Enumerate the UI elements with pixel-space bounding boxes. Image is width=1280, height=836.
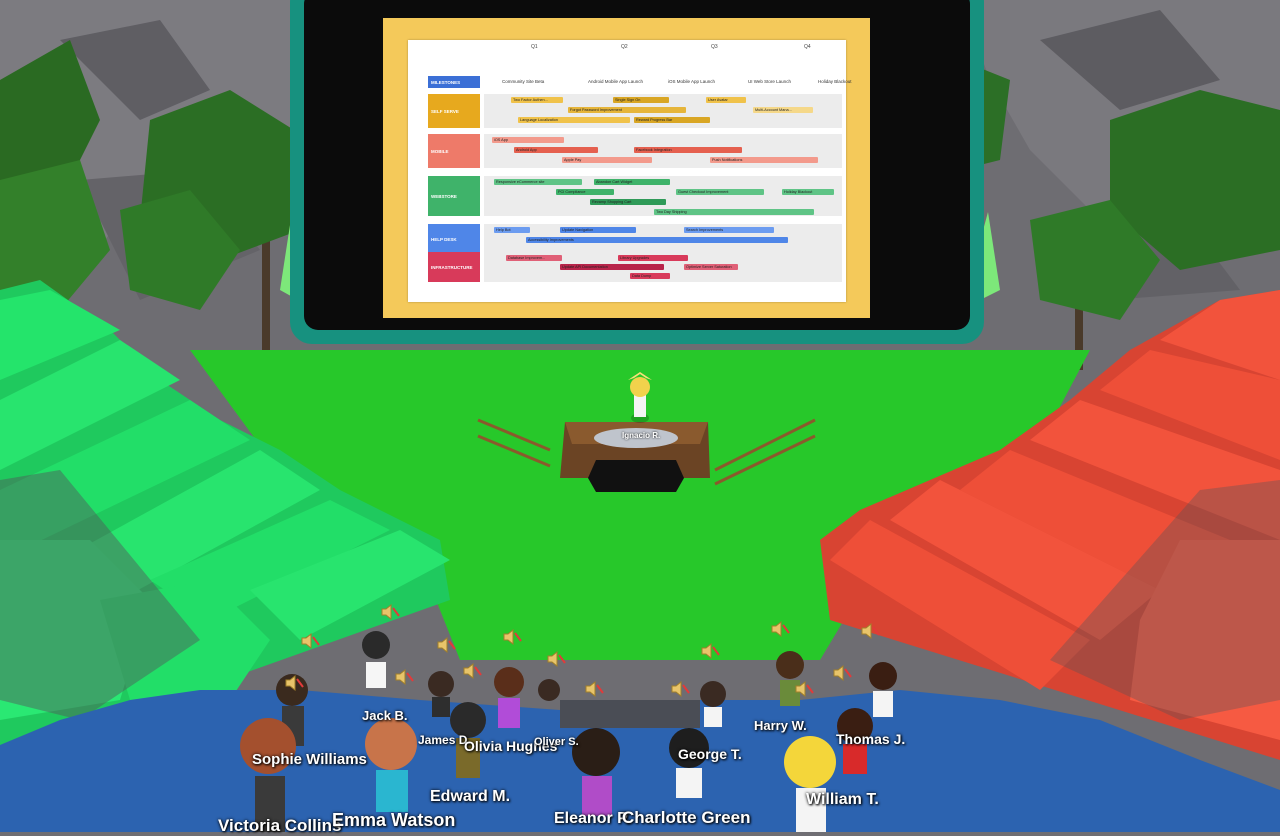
task-bar: User Avatar [706, 97, 746, 103]
attendee-name[interactable]: William T. [806, 791, 879, 809]
task-bar: Revamp Shopping Cart [590, 199, 666, 205]
attendee-name[interactable]: Thomas J. [836, 731, 905, 747]
quarter-label: Q2 [621, 44, 628, 50]
attendee-name[interactable]: Victoria Collins [218, 816, 341, 836]
legend-item: Community Site Beta [502, 79, 545, 84]
lane-label: MILESTONES [428, 76, 480, 88]
task-bar: Holiday Blackout [782, 189, 834, 195]
attendee-name[interactable]: Oliver S. [534, 736, 579, 748]
muted-speaker-icon[interactable] [794, 680, 814, 698]
muted-speaker-icon[interactable] [860, 622, 880, 640]
legend-item: Android Mobile App Launch [588, 79, 644, 84]
muted-speaker-icon[interactable] [700, 642, 720, 660]
task-bar: PCI Compliance [556, 189, 614, 195]
task-bar: Database Improvem... [506, 255, 562, 261]
task-bar: Abandon Cart Widget [594, 179, 670, 185]
task-bar: Apple Pay [562, 157, 652, 163]
task-bar: Forgot Password Improvement [568, 107, 686, 113]
attendee-name[interactable]: Emma Watson [332, 810, 455, 831]
attendee-name[interactable]: George T. [678, 746, 742, 762]
task-bar: Single Sign On [613, 97, 669, 103]
roadmap-slide-frame: Q1 Q2 Q3 Q4 MILESTONES Community Site Be… [383, 18, 870, 318]
task-bar: Update Navigation [560, 227, 636, 233]
quarter-label-h1 [478, 44, 479, 50]
muted-speaker-icon[interactable] [546, 650, 566, 668]
task-bar: Guest Checkout Improvement [676, 189, 764, 195]
floor-stairs [560, 700, 700, 728]
attendee-name[interactable]: Eleanor P. [554, 810, 630, 828]
task-bar: Reward Progress Bar [634, 117, 710, 123]
task-bar: Two Factor Authen... [511, 97, 563, 103]
attendee-name[interactable]: Jack B. [362, 708, 408, 723]
muted-speaker-icon[interactable] [394, 668, 414, 686]
lane-label: SELF SERVE [428, 94, 480, 128]
task-bar: Push Notifications [710, 157, 818, 163]
muted-speaker-icon[interactable] [284, 674, 304, 692]
lane-label: WEBSTORE [428, 176, 480, 216]
muted-speaker-icon[interactable] [380, 603, 400, 621]
task-bar: Language Localization [518, 117, 630, 123]
legend-item: UI Web Store Launch [748, 79, 791, 84]
attendee-name[interactable]: Harry W. [754, 718, 807, 733]
quarter-label: Q4 [804, 44, 811, 50]
quarter-label: Q3 [711, 44, 718, 50]
attendee-name[interactable]: Edward M. [430, 788, 510, 806]
quarter-label: Q1 [531, 44, 538, 50]
muted-speaker-icon[interactable] [300, 632, 320, 650]
attendee-name[interactable]: Charlotte Green [622, 808, 750, 828]
task-bar: Optimize Server Saturation [684, 264, 738, 270]
roadmap-slide: Q1 Q2 Q3 Q4 MILESTONES Community Site Be… [408, 40, 852, 302]
task-bar: Two Day Shipping [654, 209, 814, 215]
attendee-name[interactable]: James D. [418, 733, 471, 747]
attendee-name[interactable]: Sophie Williams [252, 751, 367, 768]
lane-label: HELP DESK [428, 224, 480, 254]
task-bar: Multi-Account Mana... [753, 107, 813, 113]
task-bar: Library Upgrades [618, 255, 688, 261]
muted-speaker-icon[interactable] [502, 628, 522, 646]
task-bar: Data Dump [630, 273, 670, 279]
task-bar: Android App [514, 147, 598, 153]
muted-speaker-icon[interactable] [436, 636, 456, 654]
task-bar: Accessibility Improvements [526, 237, 788, 243]
task-bar: iOS App [492, 137, 564, 143]
milestone-legend: Community Site Beta Android Mobile App L… [488, 76, 852, 88]
legend-item: Holiday Blackout [818, 79, 852, 84]
task-bar: Responsive eCommerce site [494, 179, 582, 185]
muted-speaker-icon[interactable] [670, 680, 690, 698]
muted-speaker-icon[interactable] [584, 680, 604, 698]
task-bar: Facebook Integration [634, 147, 742, 153]
task-bar: Update API Documentation [560, 264, 664, 270]
presenter-name-tag: Ignacio R. [622, 431, 661, 440]
task-bar: Help Bot [494, 227, 530, 233]
muted-speaker-icon[interactable] [770, 620, 790, 638]
lane-label: INFRASTRUCTURE [428, 252, 480, 282]
muted-speaker-icon[interactable] [832, 664, 852, 682]
task-bar: Search Improvements [684, 227, 774, 233]
lane-label: MOBILE [428, 134, 480, 168]
muted-speaker-icon[interactable] [462, 662, 482, 680]
legend-item: iOS Mobile App Launch [668, 79, 716, 84]
